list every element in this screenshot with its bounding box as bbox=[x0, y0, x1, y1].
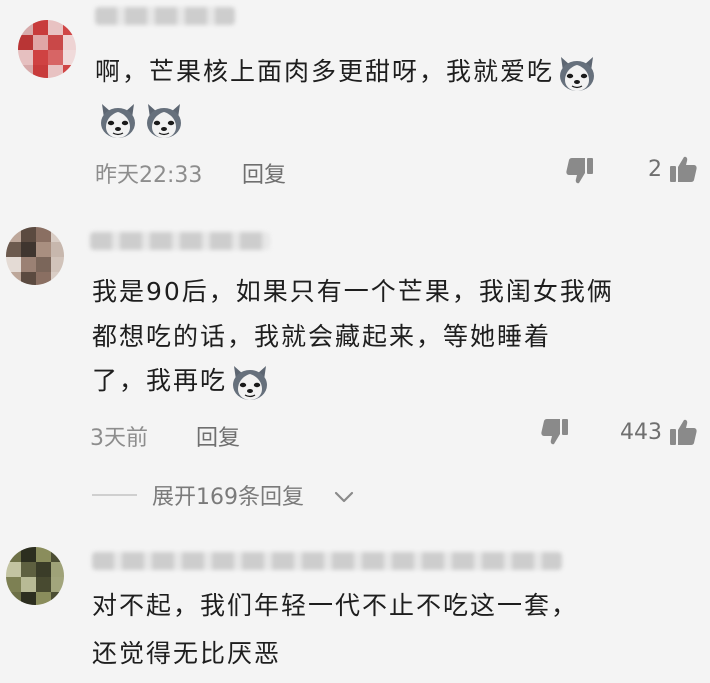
avatar-pixel bbox=[18, 20, 33, 35]
avatar-pixel bbox=[6, 257, 21, 272]
avatar-pixel bbox=[21, 272, 36, 285]
avatar-pixel bbox=[33, 35, 48, 50]
avatar-pixel bbox=[48, 65, 63, 78]
avatar-pixel bbox=[36, 227, 51, 242]
avatar-pixel bbox=[63, 35, 76, 50]
avatar-pixel bbox=[36, 547, 51, 562]
avatar-pixel bbox=[51, 272, 64, 285]
like-count: 2 bbox=[648, 157, 662, 182]
avatar-pixel bbox=[21, 592, 36, 605]
avatar-pixel bbox=[36, 257, 51, 272]
avatar-pixel bbox=[21, 227, 36, 242]
avatar-pixel bbox=[51, 242, 64, 257]
avatar[interactable] bbox=[18, 20, 76, 78]
avatar-pixel bbox=[63, 20, 76, 35]
reply-button[interactable]: 回复 bbox=[242, 157, 286, 189]
avatar-pixel bbox=[6, 577, 21, 592]
avatar-pixel bbox=[63, 50, 76, 65]
comment-time: 3天前 bbox=[90, 426, 148, 451]
avatar-pixel bbox=[33, 20, 48, 35]
comment-time: 昨天22:33 bbox=[95, 163, 203, 188]
avatar-pixel bbox=[36, 592, 51, 605]
avatar-pixel bbox=[6, 592, 21, 605]
avatar-pixel bbox=[36, 242, 51, 257]
username-blurred[interactable] bbox=[90, 232, 270, 250]
username-blurred[interactable] bbox=[92, 552, 562, 570]
avatar-pixel bbox=[36, 577, 51, 592]
avatar-pixel bbox=[51, 592, 64, 605]
avatar-pixel bbox=[18, 35, 33, 50]
comment-item: 我是90后，如果只有一个芒果，我闺女我俩 都想吃的话，我就会藏起来，等她睡着 了… bbox=[0, 205, 710, 525]
thumbs-up-icon[interactable] bbox=[668, 417, 698, 447]
avatar[interactable] bbox=[6, 547, 64, 605]
thumbs-up-icon[interactable] bbox=[668, 154, 698, 184]
avatar-pixel bbox=[21, 562, 36, 577]
husky-dog-emoji bbox=[143, 100, 185, 140]
avatar-pixel bbox=[48, 35, 63, 50]
avatar-pixel bbox=[48, 20, 63, 35]
comment-text-line: 啊，芒果核上面肉多更甜呀，我就爱吃 bbox=[95, 57, 555, 86]
comment-text: 啊，芒果核上面肉多更甜呀，我就爱吃 bbox=[95, 48, 600, 95]
avatar-pixel bbox=[51, 562, 64, 577]
like-count: 443 bbox=[620, 420, 662, 445]
chevron-down-icon[interactable] bbox=[332, 485, 356, 509]
avatar-pixel bbox=[6, 562, 21, 577]
comment-emoji-line bbox=[95, 95, 187, 142]
avatar-pixel bbox=[36, 562, 51, 577]
comment-text-line: 还觉得无比厌恶 bbox=[92, 639, 282, 668]
avatar-pixel bbox=[6, 272, 21, 285]
avatar-pixel bbox=[36, 272, 51, 285]
avatar-pixel bbox=[6, 547, 21, 562]
avatar-pixel bbox=[63, 65, 76, 78]
comment-text: 了，我再吃 bbox=[92, 357, 273, 404]
comment-item: 啊，芒果核上面肉多更甜呀，我就爱吃 昨天22:33 回复 2 bbox=[0, 0, 710, 205]
divider bbox=[92, 494, 137, 496]
avatar-pixel bbox=[51, 577, 64, 592]
comment-text-line: 对不起，我们年轻一代不止不吃这一套， bbox=[92, 591, 579, 620]
avatar-pixel bbox=[21, 257, 36, 272]
avatar[interactable] bbox=[6, 227, 64, 285]
husky-dog-emoji bbox=[556, 53, 598, 93]
comment-item: 对不起，我们年轻一代不止不吃这一套， 还觉得无比厌恶 bbox=[0, 525, 710, 683]
avatar-pixel bbox=[51, 547, 64, 562]
thumbs-down-icon[interactable] bbox=[540, 417, 570, 447]
avatar-pixel bbox=[33, 65, 48, 78]
avatar-pixel bbox=[6, 242, 21, 257]
avatar-pixel bbox=[33, 50, 48, 65]
avatar-pixel bbox=[51, 257, 64, 272]
username-blurred[interactable] bbox=[95, 7, 235, 25]
comment-text-line: 我是90后，如果只有一个芒果，我闺女我俩 bbox=[92, 277, 614, 306]
avatar-pixel bbox=[6, 227, 21, 242]
reply-button[interactable]: 回复 bbox=[196, 420, 240, 452]
avatar-pixel bbox=[21, 242, 36, 257]
avatar-pixel bbox=[18, 65, 33, 78]
thumbs-down-icon[interactable] bbox=[565, 156, 595, 186]
comment-text-line: 都想吃的话，我就会藏起来，等她睡着 bbox=[92, 322, 552, 351]
avatar-pixel bbox=[51, 227, 64, 242]
avatar-pixel bbox=[18, 50, 33, 65]
avatar-pixel bbox=[21, 547, 36, 562]
avatar-pixel bbox=[48, 50, 63, 65]
expand-replies-button[interactable]: 展开169条回复 bbox=[152, 479, 304, 511]
avatar-pixel bbox=[21, 577, 36, 592]
comment-text-line: 了，我再吃 bbox=[92, 366, 228, 395]
husky-dog-emoji bbox=[97, 100, 139, 140]
husky-dog-emoji bbox=[229, 362, 271, 402]
